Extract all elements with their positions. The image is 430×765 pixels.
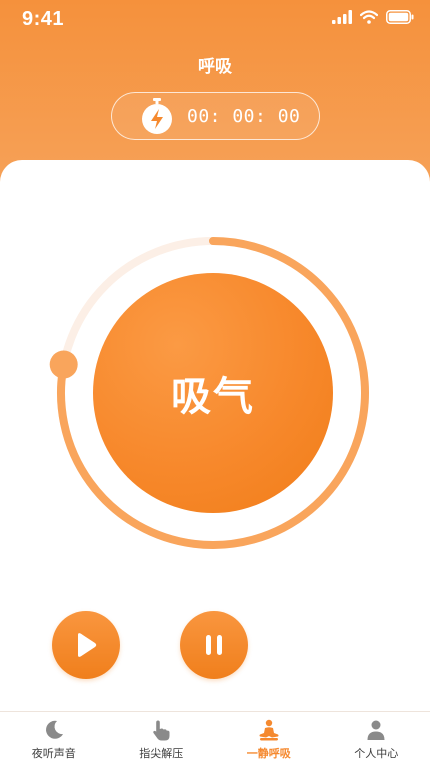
meditation-icon (259, 719, 279, 741)
tab-label: 一静呼吸 (246, 747, 291, 760)
tab-fingertip-relief[interactable]: 指尖解压 (108, 712, 216, 765)
user-icon (367, 720, 385, 740)
tab-label: 指尖解压 (139, 747, 184, 760)
breath-label: 吸气 (171, 374, 255, 420)
pause-icon (206, 635, 222, 655)
phone-screen: 9:41 呼吸 00: 00: 00 吸气 夜听声音 指尖解压 一静呼吸 个人中… (0, 0, 430, 765)
tab-night-sounds[interactable]: 夜听声音 (0, 712, 108, 765)
play-button[interactable] (52, 611, 120, 679)
tab-profile[interactable]: 个人中心 (323, 712, 430, 765)
tab-breathing[interactable]: 一静呼吸 (215, 712, 323, 765)
tab-label: 夜听声音 (31, 747, 76, 760)
breath-circle[interactable]: 吸气 (93, 273, 333, 513)
ring-knob[interactable] (49, 350, 78, 379)
tab-label: 个人中心 (354, 747, 399, 760)
moon-icon (45, 720, 63, 739)
play-icon (78, 633, 97, 657)
pause-button[interactable] (180, 611, 248, 679)
hand-pointer-icon (153, 720, 170, 741)
bottom-tab-bar: 夜听声音 指尖解压 一静呼吸 个人中心 (0, 711, 430, 765)
